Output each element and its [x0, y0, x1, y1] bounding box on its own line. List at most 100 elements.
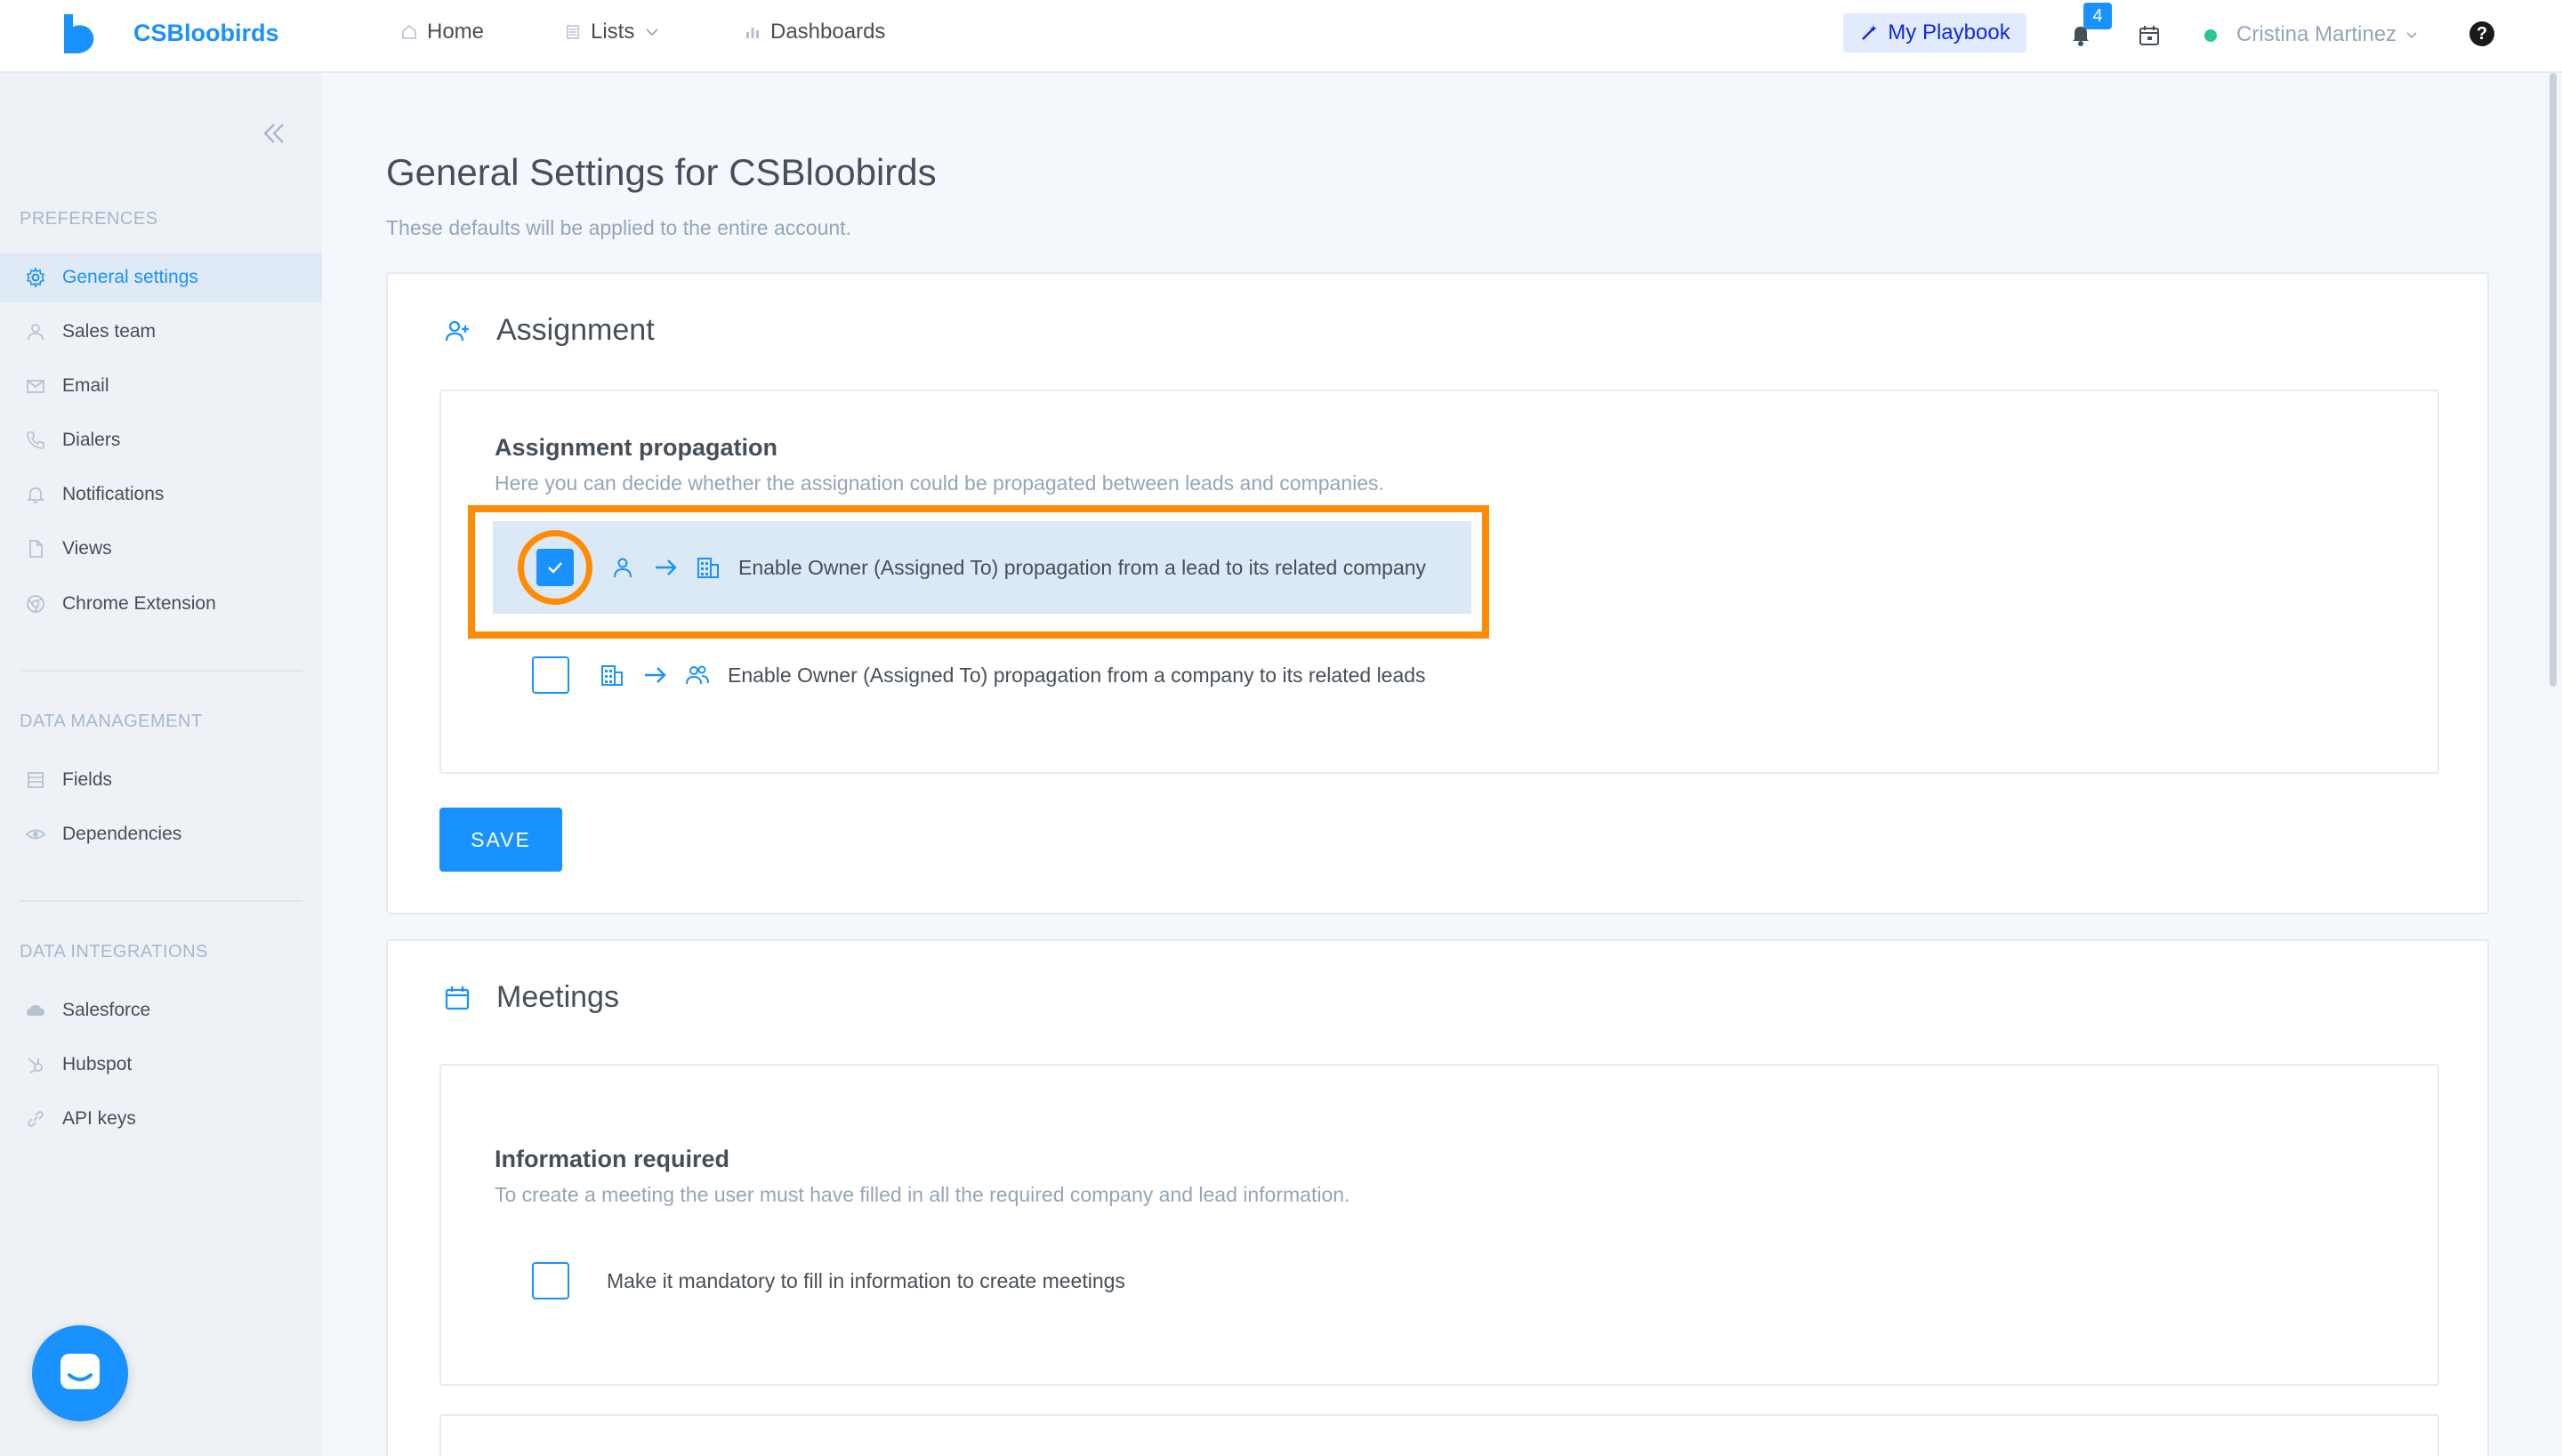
calendar-icon [445, 985, 470, 1010]
home-icon [402, 24, 416, 39]
sidebar-item-chrome-extension[interactable]: Chrome Extension [0, 579, 322, 629]
sidebar-item-label: Views [62, 538, 112, 559]
save-button[interactable]: SAVE [439, 808, 562, 872]
link-icon [28, 1111, 44, 1127]
person-icon [28, 324, 44, 341]
sidebar-item-label: Chrome Extension [62, 593, 216, 614]
option-label: Make it mandatory to fill in information… [607, 1268, 1125, 1292]
sidebar-item-salesforce[interactable]: Salesforce [0, 985, 322, 1035]
option-company-to-leads[interactable]: Enable Owner (Assigned To) propagation f… [520, 638, 1426, 712]
chevron-down-icon [2406, 32, 2417, 39]
nav-home-label: Home [427, 20, 485, 44]
help-icon[interactable]: ? [2469, 21, 2494, 46]
arrow-right-icon [656, 559, 677, 575]
hubspot-icon [28, 1058, 43, 1074]
calendar-icon[interactable] [2137, 23, 2162, 48]
section-title-data-integrations: DATA INTEGRATIONS [20, 942, 208, 961]
page-title: General Settings for CSBloobirds [386, 151, 937, 193]
sidebar-item-general-settings[interactable]: General settings [0, 253, 322, 302]
notification-count-badge: 4 [2083, 3, 2112, 29]
page-scrollbar[interactable] [2550, 73, 2557, 687]
sidebar-item-label: Dependencies [62, 824, 182, 844]
sidebar-item-views[interactable]: Views [0, 524, 322, 574]
meetings-heading-label: Meetings [496, 980, 619, 1014]
chrome-icon [27, 595, 44, 613]
information-required-subtitle: To create a meeting the user must have f… [495, 1183, 1350, 1206]
bell-icon [26, 487, 45, 503]
sidebar-item-label: Fields [62, 769, 113, 790]
nav-dashboards-label: Dashboards [770, 20, 886, 44]
company-to-leads-checkbox[interactable] [532, 656, 569, 694]
nav-lists[interactable]: Lists [564, 20, 661, 44]
document-icon [29, 540, 43, 558]
people-icon [686, 665, 709, 685]
sidebar-item-label: Email [62, 375, 109, 396]
sidebar-item-label: General settings [62, 267, 198, 287]
lead-to-company-checkbox[interactable] [536, 549, 574, 586]
list-icon [567, 25, 579, 39]
section-title-preferences: PREFERENCES [20, 209, 158, 229]
sidebar-item-dependencies[interactable]: Dependencies [0, 809, 322, 859]
nav-dashboards[interactable]: Dashboards [744, 20, 885, 44]
checkbox-wrapper [520, 1243, 582, 1318]
sidebar-divider [20, 670, 302, 672]
chevron-down-icon [646, 28, 658, 36]
fields-icon [28, 772, 44, 788]
mandatory-info-checkbox[interactable] [532, 1262, 569, 1299]
option-label: Enable Owner (Assigned To) propagation f… [728, 663, 1426, 687]
chat-support-button[interactable] [32, 1325, 128, 1421]
assignment-propagation-box: Assignment propagation Here you can deci… [439, 390, 2439, 774]
checkbox-wrapper [520, 638, 582, 712]
information-required-box: Information required To create a meeting… [439, 1064, 2439, 1386]
sidebar-item-hubspot[interactable]: Hubspot [0, 1040, 322, 1090]
sidebar-item-api-keys[interactable]: API keys [0, 1094, 322, 1144]
gear-icon [26, 267, 45, 288]
sidebar-item-label: Sales team [62, 321, 157, 342]
assignment-heading-label: Assignment [496, 313, 655, 347]
chat-icon [60, 1354, 100, 1389]
option-mandatory-info[interactable]: Make it mandatory to fill in information… [520, 1243, 1125, 1318]
click-highlight-ring [518, 530, 592, 605]
sidebar-item-dialers[interactable]: Dialers [0, 415, 322, 465]
person-icon [614, 558, 632, 578]
assignment-card: Assignment Assignment propagation Here y… [386, 272, 2489, 914]
sidebar-item-label: Dialers [62, 430, 121, 450]
bar-chart-icon [746, 28, 759, 38]
information-required-title: Information required [495, 1146, 730, 1172]
arrow-right-icon [645, 667, 666, 683]
sidebar-item-email[interactable]: Email [0, 361, 322, 411]
my-playbook-button[interactable]: My Playbook [1843, 13, 2026, 52]
sidebar-item-label: Hubspot [62, 1054, 133, 1074]
sidebar-item-fields[interactable]: Fields [0, 755, 322, 805]
sidebar-item-notifications[interactable]: Notifications [0, 470, 322, 519]
collapse-sidebar-icon[interactable] [258, 117, 290, 149]
cloud-icon [27, 1005, 44, 1016]
online-status-dot [2204, 29, 2217, 42]
top-bar: CSBloobirds Home Lists Dashboards My Pla… [0, 0, 2562, 73]
building-icon [697, 558, 719, 578]
user-menu[interactable]: Cristina Martinez [2236, 22, 2420, 47]
page-subtitle: These defaults will be applied to the en… [386, 216, 851, 239]
mail-icon [27, 380, 44, 393]
bloobirds-logo-icon[interactable] [62, 12, 98, 55]
option-label: Enable Owner (Assigned To) propagation f… [738, 555, 1427, 579]
assignment-heading: Assignment [443, 313, 655, 348]
eye-icon [25, 829, 46, 840]
assignment-propagation-subtitle: Here you can decide whether the assignat… [495, 471, 1384, 495]
section-title-data-management: DATA MANAGEMENT [20, 712, 203, 731]
my-playbook-label: My Playbook [1888, 20, 2010, 44]
assignment-propagation-title: Assignment propagation [495, 434, 778, 461]
next-settings-box [439, 1414, 2439, 1456]
user-name: Cristina Martinez [2236, 22, 2397, 46]
option-lead-to-company[interactable]: Enable Owner (Assigned To) propagation f… [518, 530, 1426, 605]
sidebar-item-label: API keys [62, 1108, 136, 1129]
nav-home[interactable]: Home [400, 20, 484, 44]
sidebar-item-sales-team[interactable]: Sales team [0, 307, 322, 357]
nav-lists-label: Lists [591, 20, 635, 44]
phone-icon [27, 431, 44, 449]
sidebar: PREFERENCES General settings Sales team … [0, 73, 322, 1456]
building-icon [601, 665, 623, 686]
sidebar-divider [20, 900, 302, 902]
add-user-icon [445, 320, 469, 341]
brand-name[interactable]: CSBloobirds [133, 20, 279, 47]
